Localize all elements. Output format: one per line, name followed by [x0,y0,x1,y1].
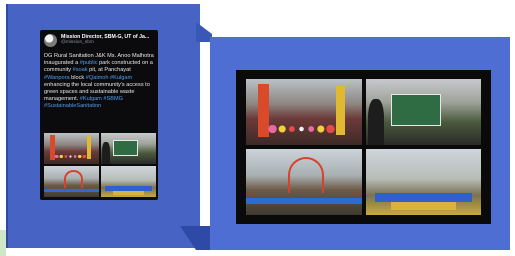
hashtag-link[interactable]: #SustainableSanitation [44,103,101,109]
tweet-photo-4[interactable] [101,166,156,197]
tweet-photo-3[interactable] [44,166,99,197]
tweet-header: Mission Director, SBM-G, UT of Ja... @mi… [44,34,154,52]
balloons-decoration [266,125,337,134]
hashtag-link[interactable]: #SBMG [103,96,123,102]
collage-photo-2 [365,79,481,145]
slide-canvas: Mission Director, SBM-G, UT of Ja... @mi… [0,0,515,256]
author-handle[interactable]: @mission_sbm [61,40,149,46]
collage-grid [246,79,481,215]
collage-photo-4 [365,149,481,215]
tweet-photo-1[interactable] [44,133,99,164]
tweet-photo-grid [44,133,156,197]
hashtag-link[interactable]: #Kulgam [110,75,132,81]
tweet-author: Mission Director, SBM-G, UT of Ja... @mi… [61,34,149,46]
tweet-text: DG Rural Sanitation J&K Ms. Anoo Malhotr… [44,53,156,111]
tweet-text-segment: pit, at Panchayat [87,67,131,74]
tweet-text-segment: block [69,74,86,81]
hashtag-link[interactable]: #Qaimoh [86,75,109,81]
tweet-photo-2[interactable] [101,133,156,164]
tweet-card[interactable]: Mission Director, SBM-G, UT of Ja... @mi… [40,30,158,200]
collage-photo-1 [246,79,362,145]
balloons-decoration [53,154,87,159]
hashtag-link[interactable]: #Kulgam [80,96,102,102]
photo-collage [236,70,491,224]
hashtag-link[interactable]: #Wanpora [44,75,70,81]
hashtag-link[interactable]: #soak [73,67,88,73]
avatar[interactable] [44,34,57,47]
collage-photo-3 [246,149,362,215]
hashtag-link[interactable]: #public [80,60,98,66]
